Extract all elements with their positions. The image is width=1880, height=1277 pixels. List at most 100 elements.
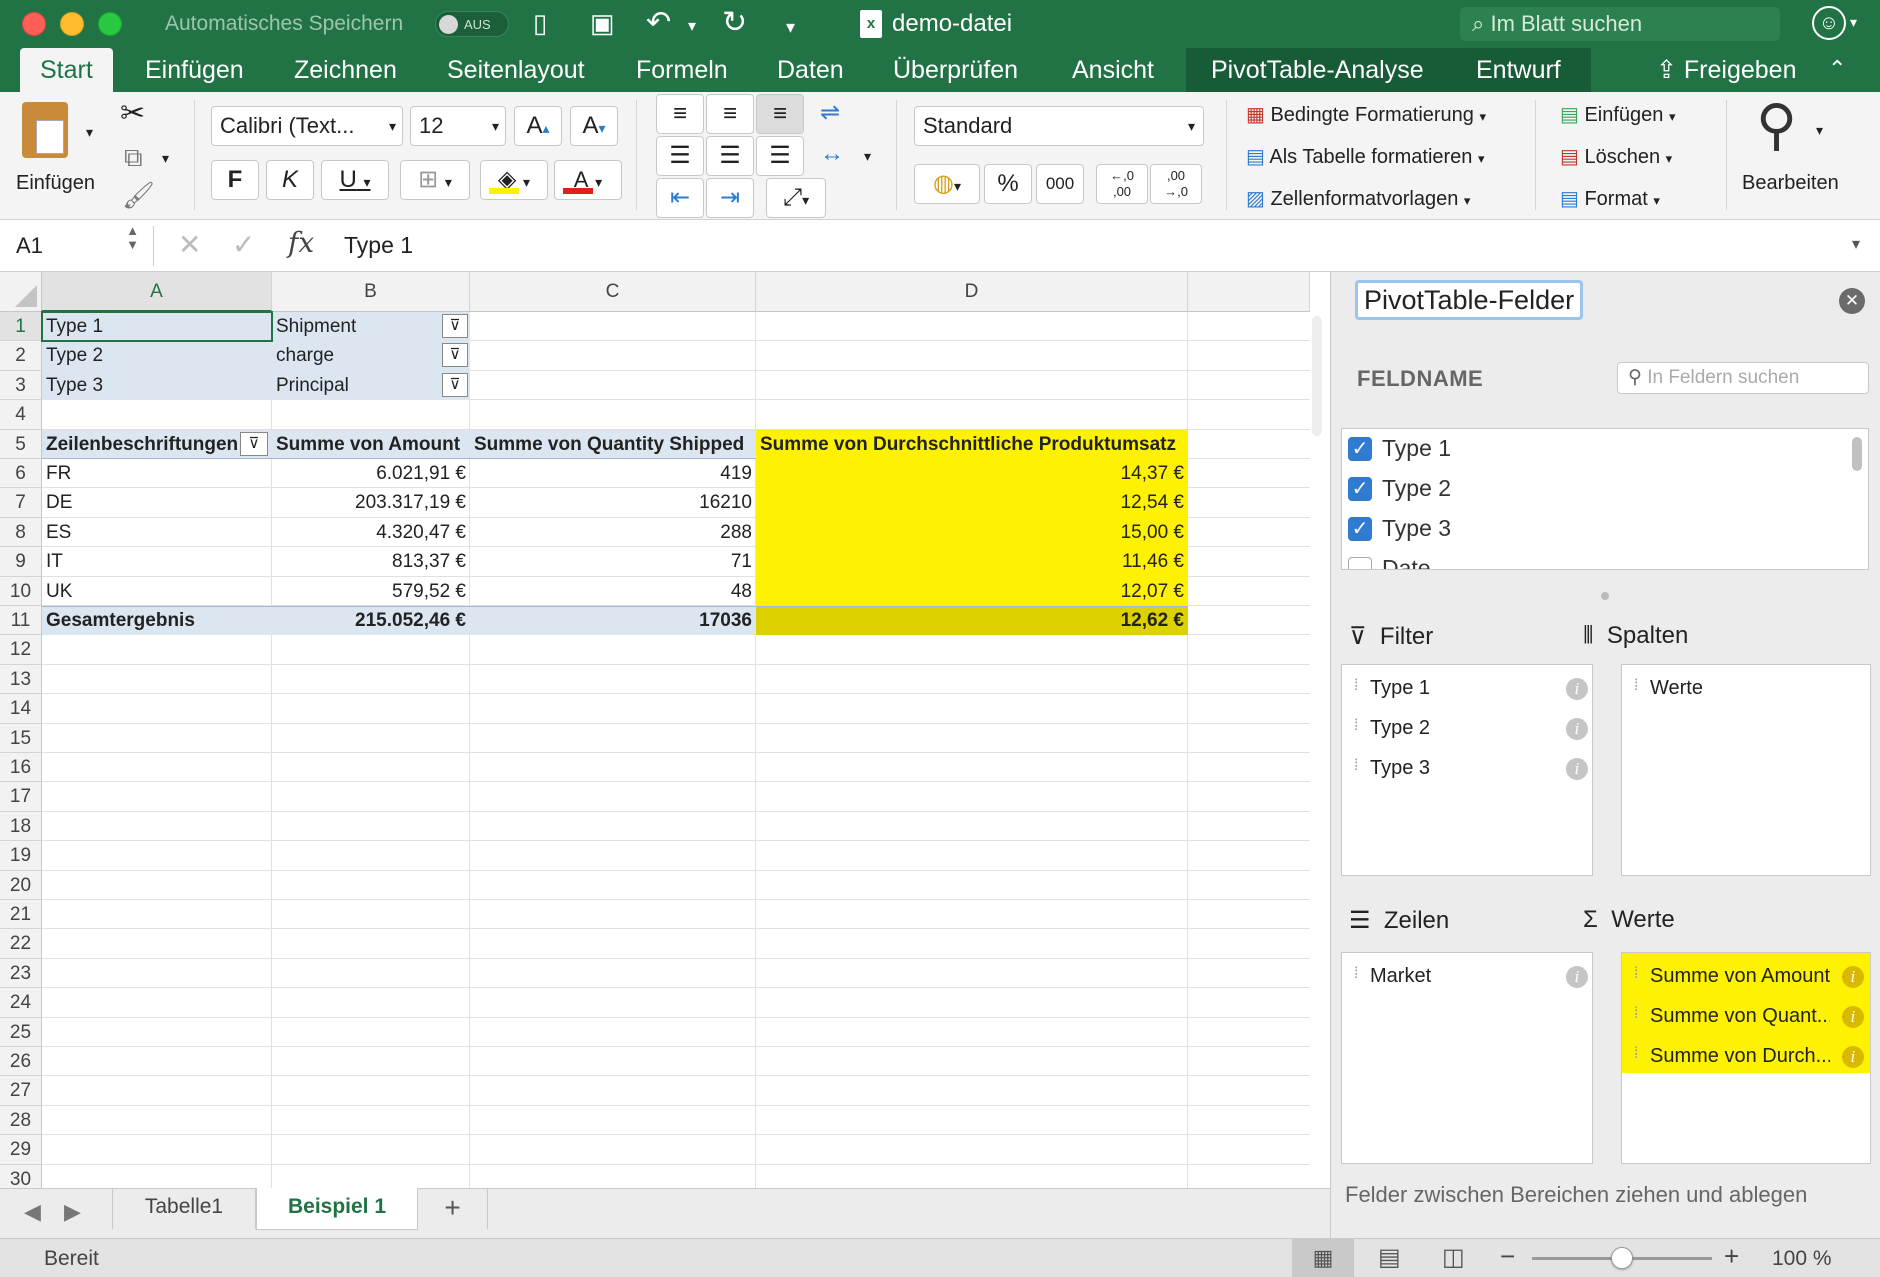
edit-dropdown-icon[interactable]: ▾ — [1816, 122, 1823, 139]
copy-dropdown-icon[interactable]: ▾ — [162, 150, 169, 167]
row-header[interactable]: 19 — [0, 841, 42, 871]
row-header[interactable]: 17 — [0, 782, 42, 812]
row-header[interactable]: 20 — [0, 870, 42, 900]
row-header[interactable]: 4 — [0, 400, 42, 430]
normal-view-icon[interactable]: ▦ — [1292, 1239, 1354, 1277]
filter-dropdown-icon[interactable]: ⊽ — [442, 343, 468, 368]
columns-area[interactable]: ⁞ Werte — [1621, 664, 1871, 876]
row-header[interactable]: 6 — [0, 459, 42, 489]
row-header[interactable]: 5 — [0, 429, 42, 459]
tab-seitenlayout[interactable]: Seitenlayout — [427, 48, 605, 92]
filter-dropdown-icon[interactable]: ⊽ — [442, 314, 468, 338]
row-header[interactable]: 22 — [0, 929, 42, 959]
area-item-label[interactable]: Werte — [1650, 677, 1840, 700]
grand-total-cell[interactable]: 215.052,46 € — [272, 606, 470, 635]
row-labels-filter-icon[interactable]: ⊽ — [240, 431, 268, 456]
filter-area[interactable]: ⁞ Type 1 i ⁞ Type 2 i ⁞ Type 3 i — [1341, 664, 1593, 876]
tab-entwurf[interactable]: Entwurf — [1456, 48, 1581, 92]
row-header[interactable]: 26 — [0, 1047, 42, 1077]
align-center-button[interactable]: ☰ — [706, 136, 754, 176]
value-cell[interactable]: 71 — [470, 547, 756, 576]
column-header-empty[interactable] — [1188, 272, 1310, 312]
tab-zeichnen[interactable]: Zeichnen — [274, 48, 417, 92]
paste-icon[interactable] — [22, 102, 68, 158]
field-name[interactable]: Type 3 — [1382, 515, 1451, 542]
field-list-scrollbar[interactable] — [1852, 437, 1862, 471]
tab-ueberpruefen[interactable]: Überprüfen — [873, 48, 1038, 92]
undo-dropdown-icon[interactable]: ▾ — [688, 10, 696, 44]
row-header[interactable]: 28 — [0, 1105, 42, 1136]
autosave-toggle[interactable]: AUS — [435, 11, 509, 37]
page-layout-view-icon[interactable]: ▤ — [1378, 1243, 1401, 1272]
italic-button[interactable]: K — [266, 160, 314, 200]
redo-icon[interactable]: ↻ — [722, 6, 747, 40]
customize-toolbar-icon[interactable]: ▾ — [786, 10, 795, 44]
tab-einfuegen[interactable]: Einfügen — [125, 48, 264, 92]
align-middle-button[interactable]: ≡ — [706, 94, 754, 134]
field-search-input[interactable]: ⚲ In Feldern suchen — [1617, 362, 1869, 394]
row-label-cell[interactable]: IT — [42, 547, 272, 576]
filter-label-cell[interactable]: Type 2 — [42, 341, 272, 370]
row-header[interactable]: 7 — [0, 488, 42, 518]
drag-handle-icon[interactable]: ⁞ — [1634, 1045, 1638, 1063]
collapse-ribbon-icon[interactable]: ⌃ — [1828, 56, 1846, 82]
copy-icon[interactable]: ⧉ — [124, 142, 143, 174]
value-cell[interactable]: 288 — [470, 518, 756, 547]
next-sheet-icon[interactable]: ▶ — [64, 1199, 81, 1225]
minimize-window-button[interactable] — [60, 12, 84, 36]
area-item-label[interactable]: Type 2 — [1370, 717, 1560, 740]
percent-button[interactable]: % — [984, 164, 1032, 204]
cell-styles-button[interactable]: ▨ Zellenformatvorlagen ▾ — [1246, 186, 1470, 211]
row-label-cell[interactable]: UK — [42, 577, 272, 606]
row-header[interactable]: 29 — [0, 1135, 42, 1165]
drag-handle-icon[interactable]: ⁞ — [1354, 965, 1358, 983]
grand-total-cell[interactable]: 12,62 € — [756, 606, 1188, 635]
filter-label-cell[interactable]: Type 3 — [42, 371, 272, 400]
confirm-entry-icon[interactable]: ✓ — [232, 228, 255, 261]
value-cell[interactable]: 579,52 € — [272, 577, 470, 606]
pivot-header-cell[interactable]: Summe von Quantity Shipped — [470, 430, 756, 459]
row-label-cell[interactable]: ES — [42, 518, 272, 547]
value-cell[interactable]: 11,46 € — [756, 547, 1188, 576]
merge-cells-icon[interactable]: ↔ — [820, 140, 844, 168]
undo-icon[interactable]: ↶ — [646, 6, 671, 40]
add-sheet-button[interactable]: + — [418, 1189, 488, 1229]
value-cell[interactable]: 4.320,47 € — [272, 518, 470, 547]
info-icon[interactable]: i — [1842, 966, 1864, 988]
font-name-select[interactable]: Calibri (Text... ▾ — [211, 106, 403, 146]
value-cell[interactable]: 12,54 € — [756, 488, 1188, 517]
row-header[interactable]: 1 — [0, 312, 42, 342]
info-icon[interactable]: i — [1566, 966, 1588, 988]
zoom-out-icon[interactable]: − — [1500, 1241, 1515, 1272]
info-icon[interactable]: i — [1566, 678, 1588, 700]
value-cell[interactable]: 203.317,19 € — [272, 488, 470, 517]
info-icon[interactable]: i — [1842, 1006, 1864, 1028]
area-item-label[interactable]: Summe von Quant... — [1650, 1005, 1830, 1028]
row-header[interactable]: 24 — [0, 988, 42, 1018]
wrap-text-icon[interactable]: ⇌ — [820, 98, 840, 127]
zoom-slider-thumb[interactable] — [1611, 1247, 1633, 1269]
value-cell[interactable]: 16210 — [470, 488, 756, 517]
underline-button[interactable]: U ▾ — [321, 160, 389, 200]
column-header[interactable]: A — [42, 272, 272, 312]
number-format-select[interactable]: Standard ▾ — [914, 106, 1204, 146]
decrease-font-size-button[interactable]: A▾ — [570, 106, 618, 146]
select-all-corner[interactable] — [0, 272, 42, 312]
value-cell[interactable]: 48 — [470, 577, 756, 606]
bold-button[interactable]: F — [211, 160, 259, 200]
sheet-tab-tabelle1[interactable]: Tabelle1 — [112, 1189, 256, 1229]
save-icon[interactable]: ▣ — [590, 6, 615, 40]
row-header[interactable]: 27 — [0, 1076, 42, 1106]
row-header[interactable]: 10 — [0, 576, 42, 606]
filter-value-cell[interactable]: Principal — [272, 371, 442, 400]
info-icon[interactable]: i — [1842, 1046, 1864, 1068]
field-name[interactable]: Type 2 — [1382, 475, 1451, 502]
insert-cells-button[interactable]: ▤ Einfügen ▾ — [1560, 102, 1676, 127]
feedback-dropdown-icon[interactable]: ▾ — [1850, 14, 1857, 31]
sheet-search-input[interactable]: ⌕ Im Blatt suchen — [1460, 7, 1780, 41]
delete-cells-button[interactable]: ▤ Löschen ▾ — [1560, 144, 1672, 169]
area-item-label[interactable]: Market — [1370, 965, 1560, 988]
value-cell[interactable]: 419 — [470, 459, 756, 488]
info-icon[interactable]: i — [1566, 758, 1588, 780]
row-header[interactable]: 15 — [0, 723, 42, 753]
